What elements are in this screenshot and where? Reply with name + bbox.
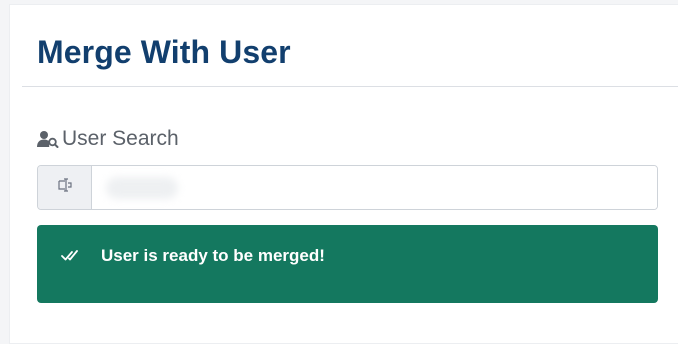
text-cursor-icon xyxy=(56,177,74,198)
double-check-icon xyxy=(61,245,83,265)
search-input-wrap xyxy=(92,166,657,209)
alert-message: User is ready to be merged! xyxy=(101,246,325,265)
search-addon xyxy=(38,166,92,209)
user-search-input[interactable] xyxy=(92,166,657,209)
page-title: Merge With User xyxy=(37,34,291,70)
success-alert: User is ready to be merged! xyxy=(37,225,658,303)
user-search-icon xyxy=(37,128,61,150)
user-search-label-text: User Search xyxy=(62,127,179,150)
title-divider xyxy=(22,86,678,87)
user-search-label: User Search xyxy=(37,124,179,154)
user-search-group xyxy=(37,165,658,210)
